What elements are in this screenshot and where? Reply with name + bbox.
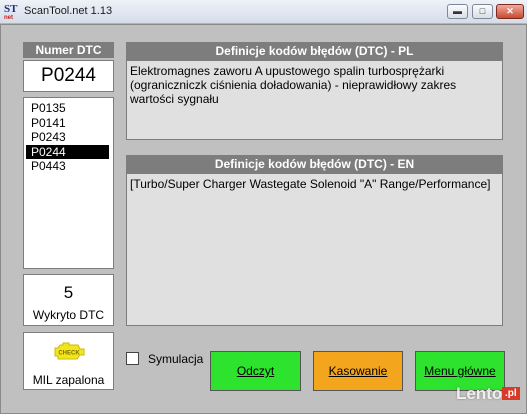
app-logo-icon: ST net	[4, 3, 20, 21]
maximize-button[interactable]: □	[472, 4, 493, 19]
minimize-icon: ▬	[453, 6, 462, 16]
definition-pl-text: Elektromagnes zaworu A upustowego spalin…	[126, 60, 503, 140]
watermark-text: Lento	[456, 384, 503, 403]
check-engine-icon-text: CHECK	[58, 351, 80, 357]
dtc-list-item[interactable]: P0244	[26, 144, 109, 159]
check-engine-icon: CHECK	[54, 342, 85, 360]
definition-en-text: [Turbo/Super Charger Wastegate Solenoid …	[126, 173, 503, 326]
minimize-button[interactable]: ▬	[447, 4, 468, 19]
dtc-list-item[interactable]: P0443	[24, 159, 113, 174]
close-icon: ✕	[506, 6, 514, 16]
mil-status-label: MIL zapalona	[32, 373, 105, 387]
dtc-count-value: 5	[63, 283, 74, 302]
dtc-count-box: 5 Wykryto DTC	[23, 274, 114, 326]
definition-en-header: Definicje kodów błędów (DTC) - EN	[126, 155, 503, 173]
definition-pl-header: Definicje kodów błędów (DTC) - PL	[126, 42, 503, 60]
dtc-count-label: Wykryto DTC	[32, 308, 105, 322]
dtc-list-item[interactable]: P0141	[24, 116, 113, 131]
watermark-suffix: .pl	[502, 387, 520, 400]
read-button[interactable]: Odczyt	[210, 351, 301, 391]
dtc-list-item[interactable]: P0135	[24, 101, 113, 116]
clear-button[interactable]: Kasowanie	[313, 351, 403, 391]
title-bar: ST net ScanTool.net 1.13 ▬ □ ✕	[0, 0, 527, 24]
current-dtc-code: P0244	[23, 60, 114, 92]
dtc-list[interactable]: P0135 P0141 P0243 P0244 P0443	[23, 97, 114, 269]
mil-status-box: CHECK MIL zapalona	[23, 332, 114, 390]
simulation-label[interactable]: Symulacja	[148, 352, 203, 366]
simulation-checkbox[interactable]	[126, 352, 139, 365]
dtc-list-item[interactable]: P0243	[24, 130, 113, 145]
close-button[interactable]: ✕	[496, 4, 524, 19]
app-logo-text: ST	[4, 3, 18, 15]
window-title: ScanTool.net 1.13	[24, 5, 113, 17]
app-logo-subtext: net	[4, 15, 13, 21]
dtc-number-header: Numer DTC	[23, 42, 114, 58]
maximize-icon: □	[479, 6, 486, 16]
